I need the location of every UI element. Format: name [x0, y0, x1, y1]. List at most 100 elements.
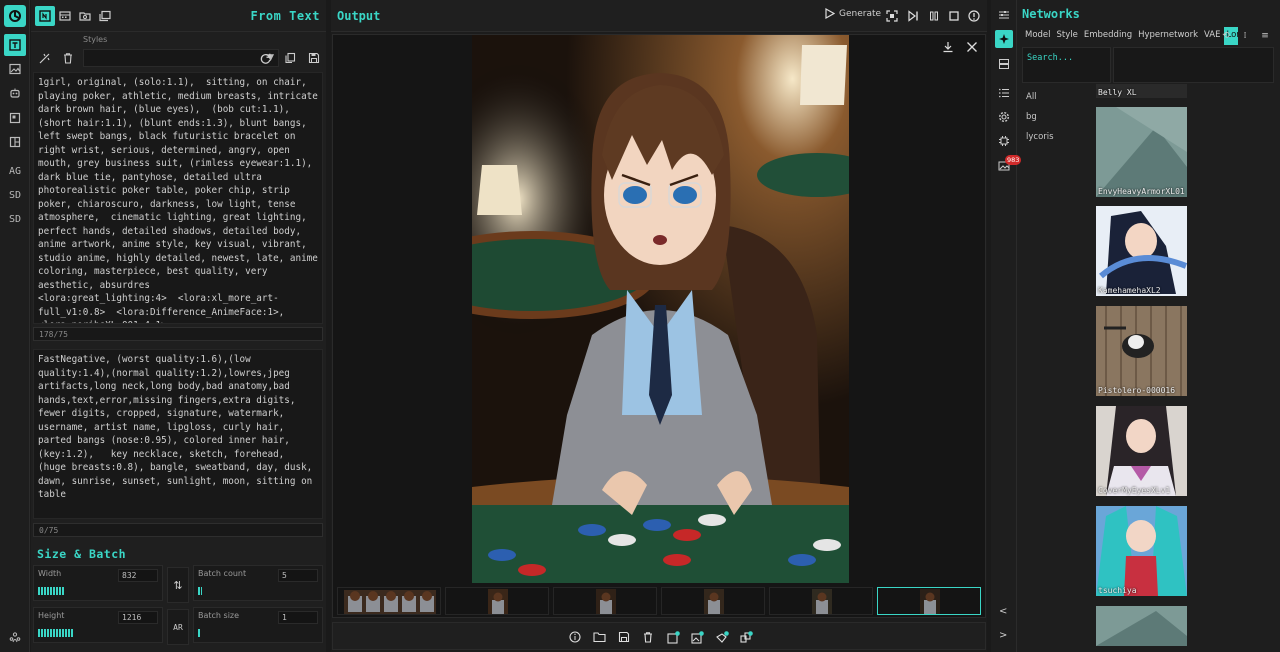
robot-tab-icon[interactable]: [4, 82, 26, 104]
card-label: KamehamehaXL2: [1098, 286, 1161, 295]
category-lycoris[interactable]: lycoris: [1026, 132, 1054, 142]
network-card[interactable]: Pistolero-000016: [1096, 306, 1187, 396]
send-to-control-icon[interactable]: [714, 629, 730, 645]
send-to-inpaint-icon[interactable]: [689, 629, 705, 645]
height-input[interactable]: 1216: [118, 611, 158, 624]
thumbnail[interactable]: [661, 587, 765, 615]
batch-count-label: Batch count: [198, 569, 247, 578]
delete-icon[interactable]: [640, 629, 656, 645]
info-circle-icon[interactable]: [567, 629, 583, 645]
skip-icon[interactable]: [905, 8, 921, 24]
network-details-box: [1113, 47, 1274, 83]
thumbnail[interactable]: [445, 587, 549, 615]
category-bg[interactable]: bg: [1026, 112, 1037, 122]
thumbnail-selected[interactable]: [877, 587, 981, 615]
network-card[interactable]: [1096, 606, 1187, 646]
film-tab-icon[interactable]: [55, 6, 75, 26]
sidebar-item-ag[interactable]: AG: [4, 160, 26, 182]
folder-image-tab-icon[interactable]: [75, 6, 95, 26]
tab-hypernetwork[interactable]: Hypernetwork: [1135, 27, 1201, 45]
sidebar-item-sd-1[interactable]: SD: [4, 184, 26, 206]
image-tab-icon[interactable]: [4, 58, 26, 80]
category-all[interactable]: All: [1026, 92, 1037, 102]
styles-label: Styles: [83, 35, 108, 44]
card-label: Belly XL: [1098, 88, 1137, 97]
aspect-ratio-button[interactable]: AR: [167, 609, 189, 645]
image-viewer: [332, 34, 986, 618]
close-icon[interactable]: [964, 39, 980, 55]
layers-icon[interactable]: [995, 55, 1013, 73]
send-to-extras-icon[interactable]: [738, 629, 754, 645]
thumbnail[interactable]: [769, 587, 873, 615]
save-style-icon[interactable]: [305, 49, 323, 67]
refresh-icon[interactable]: [256, 49, 274, 67]
width-input[interactable]: 832: [118, 569, 158, 582]
checklist-icon[interactable]: [995, 84, 1013, 102]
chevron-right-icon[interactable]: >: [999, 630, 1007, 641]
chip-icon[interactable]: [995, 132, 1013, 150]
refresh-networks-icon[interactable]: ⟲: [1220, 30, 1232, 42]
sidebar-item-sd-2[interactable]: SD: [4, 208, 26, 230]
stop-icon[interactable]: [946, 8, 962, 24]
info-icon[interactable]: [966, 8, 982, 24]
generate-label: Generate: [839, 8, 882, 19]
network-card[interactable]: KamehamehaXL2: [1096, 206, 1187, 296]
settings-sliders-icon[interactable]: [995, 6, 1013, 24]
delete-style-icon[interactable]: [59, 49, 77, 67]
thumbnail[interactable]: [553, 587, 657, 615]
size-batch-heading: Size & Batch: [37, 547, 127, 561]
batch-count-input[interactable]: 5: [278, 569, 318, 582]
generate-button[interactable]: Generate: [824, 8, 881, 19]
apply-style-icon[interactable]: [35, 49, 53, 67]
copy-icon[interactable]: [281, 49, 299, 67]
height-slider[interactable]: [38, 629, 74, 637]
networks-panel: 983 < > Networks Model Style Embedding H…: [991, 0, 1280, 652]
gallery-tab-icon[interactable]: [95, 6, 115, 26]
output-title: Output: [337, 9, 381, 23]
batch-size-control[interactable]: Batch size 1: [193, 607, 323, 643]
community-icon[interactable]: [4, 626, 26, 648]
network-search-input[interactable]: Search...: [1022, 47, 1111, 83]
batch-count-control[interactable]: Batch count 5: [193, 565, 323, 601]
tab-style[interactable]: Style: [1054, 27, 1081, 45]
width-slider[interactable]: [38, 587, 64, 595]
gear-icon[interactable]: [995, 108, 1013, 126]
negative-prompt-textarea[interactable]: FastNegative, (worst quality:1.6),(low q…: [33, 349, 323, 519]
text-mode-tab-icon[interactable]: [35, 6, 55, 26]
network-type-tabs: Model Style Embedding Hypernetwork VAE L…: [1022, 27, 1238, 45]
card-label: Pistolero-000016: [1098, 386, 1176, 395]
networks-sidebar: 983 < >: [991, 0, 1022, 652]
prompt-textarea[interactable]: 1girl, original, (solo:1.1), sitting, on…: [33, 72, 323, 324]
swap-dimensions-icon[interactable]: ⇅: [167, 567, 189, 603]
network-card[interactable]: tsuchiya: [1096, 506, 1187, 596]
batch-size-slider[interactable]: [198, 629, 200, 637]
networks-tab-icon[interactable]: [995, 30, 1013, 48]
folder-icon[interactable]: [591, 629, 607, 645]
send-to-img2img-icon[interactable]: [665, 629, 681, 645]
download-icon[interactable]: [940, 39, 956, 55]
tab-model[interactable]: Model: [1022, 27, 1054, 45]
generated-image[interactable]: [472, 35, 849, 583]
tab-embedding[interactable]: Embedding: [1081, 27, 1135, 45]
reprocess-icon[interactable]: [884, 8, 900, 24]
width-control[interactable]: Width 832: [33, 565, 163, 601]
batch-count-slider[interactable]: [198, 587, 202, 595]
control-tab-icon[interactable]: [4, 107, 26, 129]
batch-size-input[interactable]: 1: [278, 611, 318, 624]
layout-tab-icon[interactable]: [4, 131, 26, 153]
height-control[interactable]: Height 1216: [33, 607, 163, 643]
app-logo-icon[interactable]: [4, 5, 26, 27]
menu-icon[interactable]: ≡: [1259, 30, 1271, 42]
network-card[interactable]: CoverMyEyesXLv1: [1096, 406, 1187, 496]
panel-tabs: From Text: [31, 0, 326, 32]
thumbnail-grid[interactable]: [337, 587, 441, 615]
network-card[interactable]: Belly XL: [1096, 84, 1187, 98]
pin-icon[interactable]: ⁞: [1239, 30, 1251, 42]
pause-icon[interactable]: [926, 8, 942, 24]
text-tab-icon[interactable]: [4, 34, 26, 56]
app-root: AG SD SD From Text Styles ▼ 1girl, origi…: [0, 0, 1280, 652]
style-select[interactable]: ▼: [83, 49, 279, 67]
chevron-left-icon[interactable]: <: [999, 606, 1007, 617]
save-icon[interactable]: [616, 629, 632, 645]
network-card[interactable]: EnvyHeavyArmorXL01: [1096, 107, 1187, 197]
